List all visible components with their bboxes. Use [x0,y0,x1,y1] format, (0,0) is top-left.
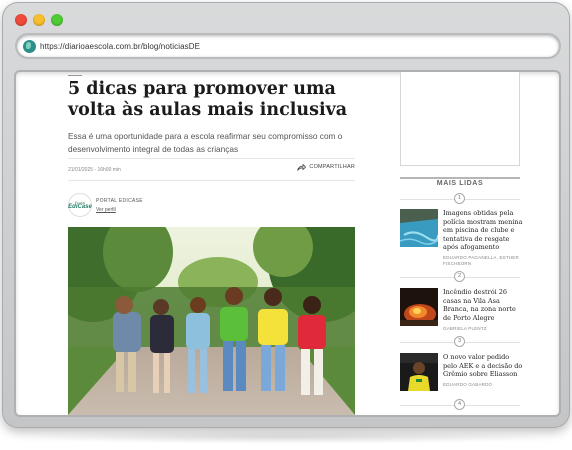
rank-marker: 1 [400,193,520,205]
divider [400,177,520,179]
minimize-window-button[interactable] [33,14,45,26]
close-window-button[interactable] [15,14,27,26]
rank-number: 2 [454,271,465,282]
rank-marker: 2 [400,271,520,283]
url-text[interactable]: https://diarioaescola.com.br/blog/notici… [40,42,200,51]
rank-number: 4 [454,399,465,410]
author-avatar[interactable]: Portal EdiCase [68,193,92,217]
news-author: EDUARDO PAGANELLA, ESTHER FISCHBORN [443,255,519,266]
rank-number: 3 [454,336,465,347]
globe-icon [23,39,36,53]
football-player-thumbnail-icon[interactable] [400,353,438,391]
article-date: 21/01/2025 - 16h00 min [68,167,121,173]
news-title[interactable]: Imagens obtidas pela polícia mostram men… [443,209,523,252]
rank-marker: 3 [400,336,520,348]
share-icon [297,164,307,171]
rank-marker: 4 [400,399,520,411]
rank-number: 1 [454,193,465,204]
divider [68,158,355,159]
author-name: PORTAL EDICASE [96,198,143,204]
ad-slot [400,72,520,166]
article-subtitle: Essa é uma oportunidade para a escola re… [68,131,343,154]
news-author: EDUARDO GABARDO [443,382,493,387]
article-headline: 5 dicas para promover uma volta às aulas… [68,79,348,120]
divider [68,180,355,181]
most-read-title: MAIS LIDAS [436,180,484,187]
pool-thumbnail-icon[interactable] [400,209,438,247]
news-title[interactable]: Incêndio destrói 26 casas na Vila Asa Br… [443,288,523,322]
author-profile-link[interactable]: Ver perfil [96,207,116,213]
maximize-window-button[interactable] [51,14,63,26]
divider [68,75,82,76]
address-bar[interactable]: https://diarioaescola.com.br/blog/notici… [17,35,559,57]
share-button[interactable]: COMPARTILHAR [297,164,355,171]
window-shadow [10,430,562,444]
news-author: GABRIELA PLENTZ [443,326,487,331]
page-viewport: 5 dicas para promover uma volta às aulas… [16,72,559,415]
article-photo [68,227,355,415]
share-label: COMPARTILHAR [309,164,355,170]
news-title[interactable]: O novo valor pedido pelo AEK e a decisão… [443,353,523,379]
fire-thumbnail-icon[interactable] [400,288,438,326]
avatar-logo-main: EdiCase [68,204,92,210]
browser-window: https://diarioaescola.com.br/blog/notici… [2,2,570,428]
